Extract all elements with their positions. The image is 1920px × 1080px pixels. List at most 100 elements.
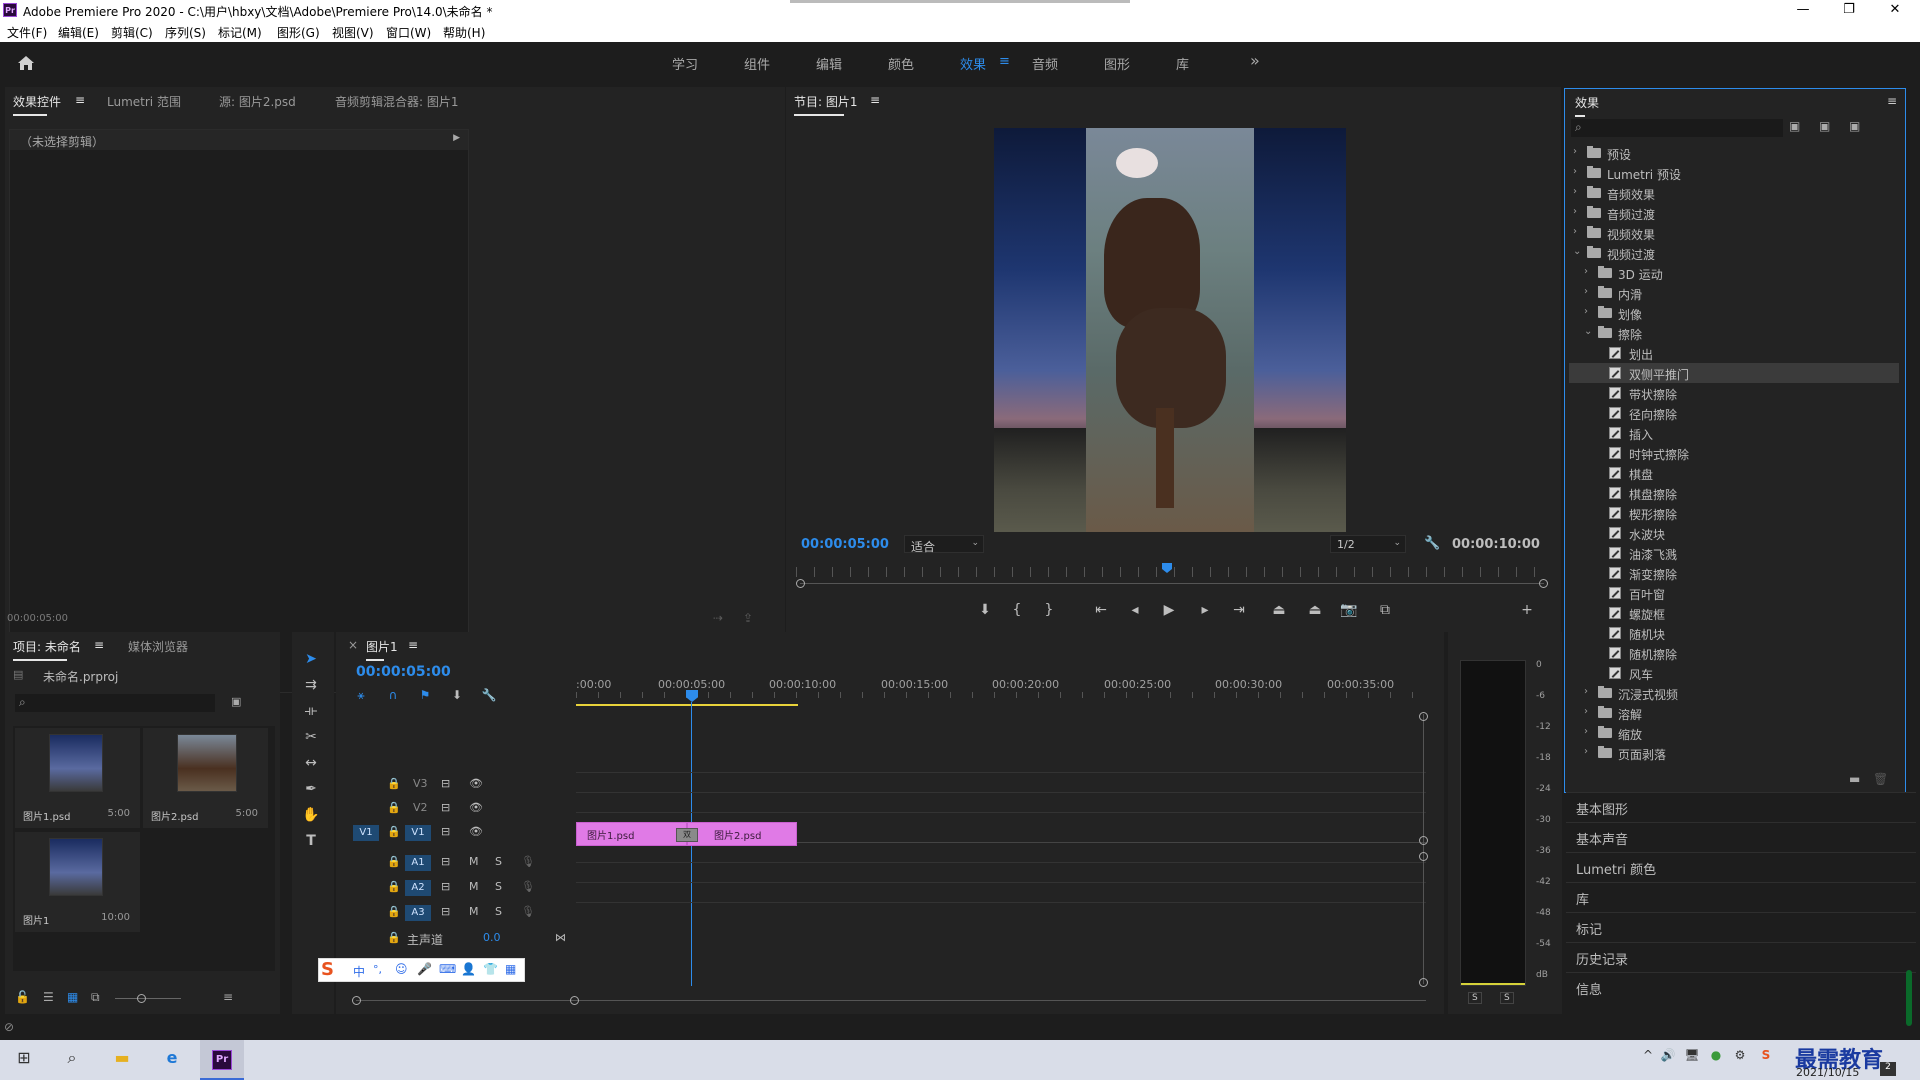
menu-sequence[interactable]: 序列(S) <box>165 24 206 41</box>
microphone-icon[interactable]: 🎙 <box>521 880 535 893</box>
icon-view-icon[interactable]: ▦ <box>67 990 78 1004</box>
sogou-logo-icon[interactable]: S <box>321 959 334 980</box>
track-select-tool-icon[interactable]: ⇉ <box>302 676 320 694</box>
timeline-ruler[interactable]: :00:00 00:00:05:00 00:00:10:00 00:00:15:… <box>576 678 1434 708</box>
ime-punctuation[interactable]: °, <box>373 963 382 976</box>
step-forward-icon[interactable]: ▸ <box>1196 601 1214 619</box>
nest-toggle-icon[interactable]: ⚹ <box>352 686 370 704</box>
effect-item[interactable]: 水波块 <box>1569 523 1899 543</box>
lock-icon[interactable]: 🔒 <box>387 825 401 838</box>
tab-media-browser[interactable]: 媒体浏览器 <box>128 638 188 655</box>
panel-libraries[interactable]: 库 <box>1566 882 1916 910</box>
effect-item[interactable]: 油漆飞溅 <box>1569 543 1899 563</box>
track-target-v1[interactable]: V1 <box>405 825 431 841</box>
zoom-handle-left[interactable] <box>796 579 805 588</box>
effect-folder[interactable]: › 预设 <box>1569 143 1899 163</box>
effect-item[interactable]: 楔形擦除 <box>1569 503 1899 523</box>
comparison-view-icon[interactable]: ⧉ <box>1376 601 1394 619</box>
lock-icon[interactable]: 🔒 <box>387 880 401 893</box>
add-marker-icon[interactable]: ⬇ <box>976 601 994 619</box>
close-button[interactable]: ✕ <box>1872 0 1918 20</box>
effect-item[interactable]: 划出 <box>1569 343 1899 363</box>
go-to-in-icon[interactable]: ⇤ <box>1092 601 1110 619</box>
chevron-down-icon[interactable]: ⌄ <box>1584 326 1592 337</box>
effect-folder[interactable]: › 视频效果 <box>1569 223 1899 243</box>
accelerated-effects-icon[interactable]: ▣ <box>1789 119 1800 133</box>
effect-item[interactable]: 带状擦除 <box>1569 383 1899 403</box>
lift-icon[interactable]: ⏏ <box>1270 601 1288 619</box>
track-target-a1[interactable]: A1 <box>405 855 431 871</box>
effect-folder[interactable]: › 沉浸式视频 <box>1569 683 1899 703</box>
sync-lock-icon[interactable]: ⊟ <box>441 905 450 918</box>
solo-label[interactable]: S <box>495 880 502 893</box>
effect-folder[interactable]: ⌄ 擦除 <box>1569 323 1899 343</box>
effect-folder[interactable]: › 溶解 <box>1569 703 1899 723</box>
snap-magnet-icon[interactable]: ∩ <box>384 686 402 704</box>
horizontal-scroll-handle-left[interactable] <box>352 996 361 1005</box>
transition-marker[interactable]: 双 <box>676 828 698 842</box>
sync-lock-icon[interactable]: ⊟ <box>441 880 450 893</box>
play-icon[interactable]: ▶ <box>1160 601 1178 619</box>
program-playhead-timecode[interactable]: 00:00:05:00 <box>801 537 889 552</box>
workspace-editing[interactable]: 编辑 <box>816 54 842 73</box>
project-item[interactable]: 图片1.psd 5:00 <box>15 728 140 828</box>
program-menu-icon[interactable]: ≡ <box>870 93 880 107</box>
solo-label[interactable]: S <box>495 855 502 868</box>
eye-icon[interactable]: 👁 <box>469 777 483 790</box>
workspace-libraries[interactable]: 库 <box>1176 54 1189 73</box>
chevron-right-icon[interactable]: › <box>1584 306 1588 317</box>
timeline-sequence-tab[interactable]: 图片1 <box>366 638 398 661</box>
panel-info[interactable]: 信息 <box>1566 972 1916 1000</box>
workspace-color[interactable]: 颜色 <box>888 54 914 73</box>
panel-markers[interactable]: 标记 <box>1566 912 1916 940</box>
project-search-input[interactable]: ⌕ <box>15 694 215 712</box>
menu-window[interactable]: 窗口(W) <box>386 24 431 41</box>
clip-selector[interactable]: （未选择剪辑） ▶ <box>10 130 468 150</box>
project-item[interactable]: 图片1 10:00 <box>15 832 140 932</box>
eye-icon[interactable]: 👁 <box>469 801 483 814</box>
volume-icon[interactable]: 🔊 <box>1660 1048 1676 1072</box>
workspace-menu-icon[interactable]: ≡ <box>999 54 1010 69</box>
extract-icon[interactable]: ⏏ <box>1306 601 1324 619</box>
lock-icon[interactable]: 🔒 <box>387 855 401 868</box>
solo-left-button[interactable]: S <box>1468 992 1482 1004</box>
track-target-a2[interactable]: A2 <box>405 880 431 896</box>
new-bin-icon[interactable]: ▬ <box>1849 772 1860 786</box>
ime-keyboard-icon[interactable]: ⌨ <box>439 962 456 976</box>
go-to-out-icon[interactable]: ⇥ <box>1230 601 1248 619</box>
export-frame-camera-icon[interactable]: 📷 <box>1340 601 1358 619</box>
mute-label[interactable]: M <box>469 855 479 868</box>
effect-item[interactable]: 棋盘 <box>1569 463 1899 483</box>
effect-item[interactable]: 渐变擦除 <box>1569 563 1899 583</box>
effect-folder[interactable]: › 缩放 <box>1569 723 1899 743</box>
sync-lock-icon[interactable]: ⊟ <box>441 855 450 868</box>
chevron-right-icon[interactable]: › <box>1573 166 1577 177</box>
menu-view[interactable]: 视图(V) <box>332 24 374 41</box>
hand-tool-icon[interactable]: ✋ <box>302 806 320 824</box>
mute-label[interactable]: M <box>469 905 479 918</box>
search-icon[interactable]: ⌕ <box>60 1048 84 1072</box>
go-to-end-icon[interactable]: ⋈ <box>555 931 566 944</box>
menu-help[interactable]: 帮助(H) <box>443 24 485 41</box>
slip-tool-icon[interactable]: ↔ <box>302 754 320 772</box>
play-triangle-icon[interactable]: ▶ <box>453 133 460 143</box>
edge-browser-icon[interactable]: e <box>160 1048 184 1072</box>
tab-source[interactable]: 源: 图片2.psd <box>219 93 296 110</box>
ime-skin-icon[interactable]: 👕 <box>483 962 498 976</box>
effect-item[interactable]: 径向擦除 <box>1569 403 1899 423</box>
workspace-graphics[interactable]: 图形 <box>1104 54 1130 73</box>
menu-marker[interactable]: 标记(M) <box>218 24 262 41</box>
linked-selection-icon[interactable]: ⚑ <box>416 686 434 704</box>
track-target-a3[interactable]: A3 <box>405 905 431 921</box>
menu-clip[interactable]: 剪辑(C) <box>111 24 153 41</box>
delete-icon[interactable]: 🗑 <box>1873 772 1888 786</box>
step-back-icon[interactable]: ◂ <box>1126 601 1144 619</box>
effect-item[interactable]: 插入 <box>1569 423 1899 443</box>
horizontal-scroll-handle-right[interactable] <box>570 996 579 1005</box>
lock-icon[interactable]: 🔒 <box>387 801 401 814</box>
effect-item[interactable]: 时钟式擦除 <box>1569 443 1899 463</box>
effect-folder[interactable]: › 页面剥落 <box>1569 743 1899 763</box>
export-icon[interactable]: ⇪ <box>743 611 753 625</box>
tab-audio-clip-mixer[interactable]: 音频剪辑混合器: 图片1 <box>335 93 459 110</box>
pen-tool-icon[interactable]: ✒ <box>302 780 320 798</box>
